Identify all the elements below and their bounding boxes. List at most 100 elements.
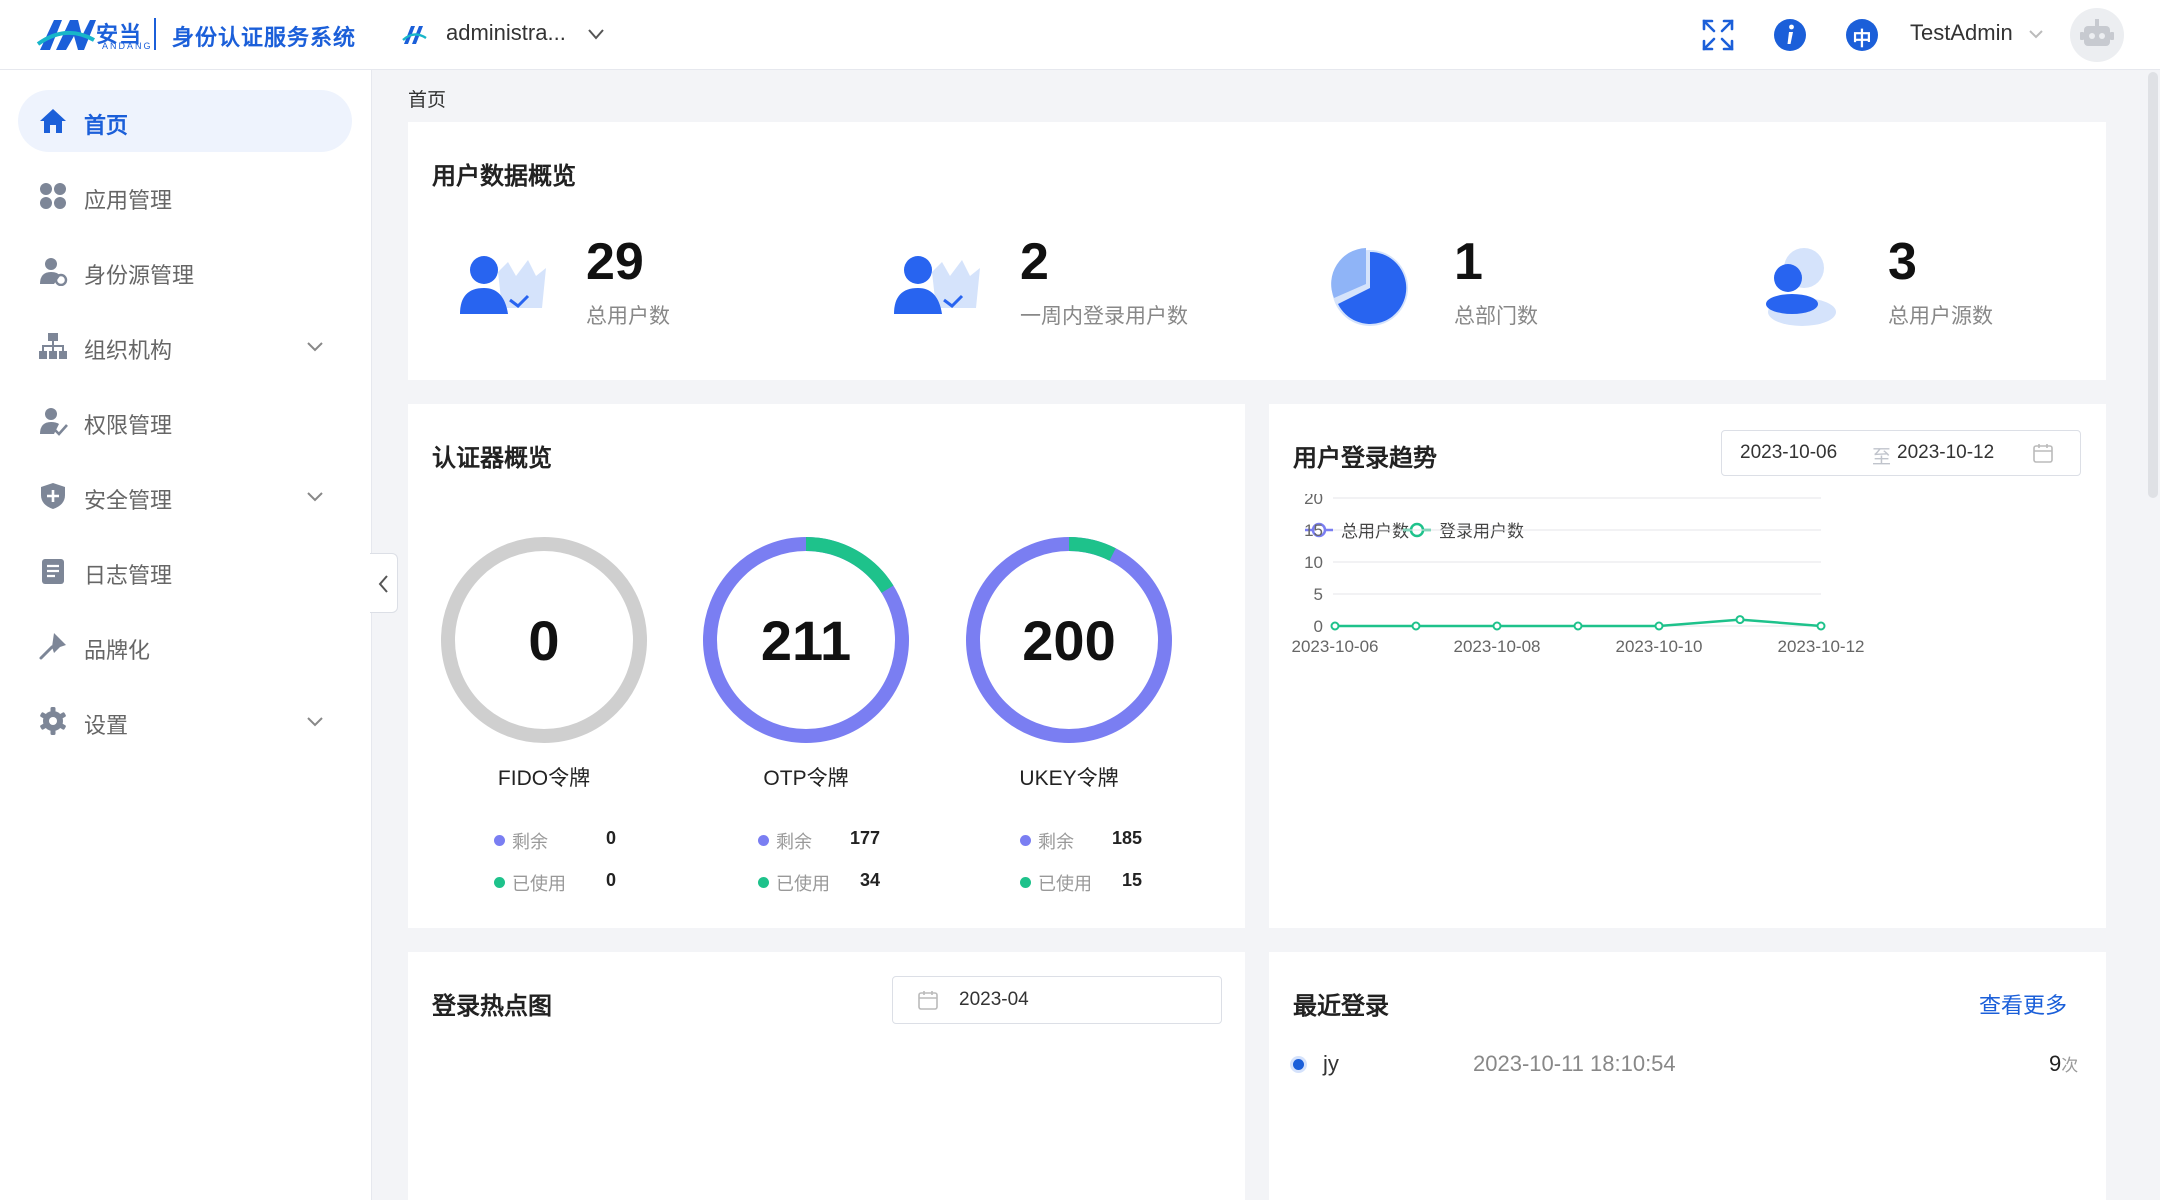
permission-icon (40, 408, 68, 436)
ring-total: 211 (760, 609, 852, 672)
sidebar-item-settings[interactable]: 设置 (18, 690, 352, 752)
ring-label: UKEY令牌 (1019, 767, 1119, 790)
gear-icon (40, 707, 66, 735)
avatar[interactable] (2070, 8, 2124, 62)
legend-label: 剩余 (1038, 832, 1074, 852)
sidebar-item-identity-source[interactable]: 身份源管理 (18, 240, 352, 302)
fullscreen-icon[interactable] (1700, 17, 1736, 53)
sidebar-item-organization[interactable]: 组织机构 (18, 315, 352, 377)
legend-dot (1020, 877, 1031, 888)
y-tick-label: 15 (1304, 521, 1323, 540)
card-title: 用户登录趋势 (1293, 445, 1437, 472)
legend-label: 剩余 (512, 832, 548, 852)
sidebar-item-label: 首页 (84, 113, 129, 138)
legend-label: 总用户数 (1341, 522, 1409, 541)
legend-label: 已使用 (1038, 874, 1092, 894)
chevron-left-icon (378, 575, 388, 593)
sidebar-item-label: 组织机构 (84, 338, 173, 363)
legend-dot (494, 877, 505, 888)
data-point (1330, 621, 1340, 631)
data-point (1654, 621, 1664, 631)
legend-label: 已使用 (512, 874, 566, 894)
legend-remaining: 剩余 0 (494, 828, 634, 852)
sidebar-item-label: 应用管理 (84, 188, 173, 213)
sidebar-item-logs[interactable]: 日志管理 (18, 540, 352, 602)
legend-dot (1020, 835, 1031, 846)
stat-value: 29 (586, 233, 644, 291)
legend-value: 34 (860, 870, 881, 890)
breadcrumb[interactable]: 首页 (408, 85, 446, 112)
sidebar-item-label: 日志管理 (84, 563, 173, 588)
login-user: jy (1323, 1051, 1339, 1076)
legend-dot (758, 877, 769, 888)
login-trend-card: 用户登录趋势 2023-10-06 至 2023-10-12 总用户数 登录用户数… (1269, 404, 2106, 928)
stat-label: 总用户源数 (1888, 305, 1993, 328)
y-tick-label: 20 (1304, 494, 1323, 508)
identity-source-icon (40, 258, 68, 286)
sidebar-item-security[interactable]: 安全管理 (18, 465, 352, 527)
calendar-icon[interactable] (2032, 442, 2054, 464)
stat-label: 总用户数 (586, 305, 670, 328)
chevron-down-icon (307, 342, 323, 352)
language-label: 中 (1852, 29, 1872, 50)
date-range-start[interactable]: 2023-10-06 (1740, 442, 1837, 464)
month-picker-value[interactable]: 2023-04 (959, 989, 1029, 1011)
legend-value: 0 (606, 870, 617, 890)
date-range-end[interactable]: 2023-10-12 (1897, 442, 1994, 464)
sidebar-item-label: 品牌化 (84, 638, 151, 663)
log-icon (42, 559, 64, 584)
month-picker[interactable]: 2023-04 (892, 976, 1222, 1024)
sidebar-item-apps[interactable]: 应用管理 (18, 165, 352, 227)
shield-icon (41, 483, 65, 509)
sidebar-item-label: 设置 (84, 713, 129, 738)
date-range-picker[interactable]: 2023-10-06 至 2023-10-12 (1721, 430, 2081, 476)
chevron-down-icon[interactable] (584, 22, 608, 46)
chevron-down-icon (307, 717, 323, 727)
ring-label: OTP令牌 (763, 767, 849, 790)
home-icon (40, 109, 66, 133)
sidebar-item-brand[interactable]: 品牌化 (18, 615, 352, 677)
authenticator-overview-card: 认证器概览 0 FIDO令牌 剩余 0 已使用 0 211 OTP令牌 剩余 1… (408, 404, 1245, 928)
sidebar-item-label: 安全管理 (84, 488, 173, 513)
login-count-value: 9 (2049, 1051, 2062, 1076)
legend-value: 0 (606, 828, 617, 848)
calendar-icon[interactable] (917, 989, 939, 1011)
top-header: 安当 ANDANG 身份认证服务系统 administra... 中 TestA… (0, 0, 2160, 70)
login-count: 9次 (2049, 1051, 2078, 1077)
page-scrollbar[interactable] (2148, 72, 2158, 498)
date-range-separator: 至 (1872, 447, 1892, 468)
stat-value: 1 (1454, 233, 1483, 291)
ring-total: 200 (1022, 609, 1116, 672)
legend-used: 已使用 15 (1020, 870, 1160, 894)
user-name[interactable]: TestAdmin (1910, 20, 2013, 46)
sidebar-collapse-button[interactable] (370, 553, 398, 613)
sidebar-item-permission[interactable]: 权限管理 (18, 390, 352, 452)
y-tick-label: 10 (1304, 553, 1323, 572)
login-heatmap-card: 登录热点图 2023-04 (408, 952, 1245, 1200)
brand-icon (39, 633, 66, 660)
view-more-link[interactable]: 查看更多 (1979, 988, 2067, 1020)
robot-avatar-icon (2080, 19, 2114, 46)
language-icon[interactable]: 中 (1844, 17, 1880, 53)
info-icon[interactable] (1772, 17, 1808, 53)
logo-subtext: ANDANG (102, 41, 153, 51)
legend-dot (758, 835, 769, 846)
data-point (1816, 621, 1826, 631)
chevron-down-icon[interactable] (2026, 24, 2046, 44)
data-point (1735, 615, 1745, 625)
login-count-unit: 次 (2061, 1056, 2079, 1075)
x-tick-label: 2023-10-10 (1616, 637, 1703, 656)
x-tick-label: 2023-10-12 (1778, 637, 1865, 656)
legend-used: 已使用 0 (494, 870, 634, 894)
users-icon (460, 256, 546, 314)
data-point (1492, 621, 1502, 631)
legend-value: 177 (850, 828, 881, 848)
legend-remaining: 剩余 177 (758, 828, 898, 852)
tenant-selector[interactable]: administra... (446, 20, 566, 46)
login-trend-line-chart: 总用户数登录用户数0510152025302023-10-062023-10-0… (1292, 494, 1865, 656)
legend-value: 15 (1122, 870, 1143, 890)
list-bullet (1293, 1059, 1304, 1070)
card-title: 认证器概览 (432, 445, 552, 472)
sidebar-item-home[interactable]: 首页 (18, 90, 352, 152)
legend-label: 剩余 (776, 832, 812, 852)
